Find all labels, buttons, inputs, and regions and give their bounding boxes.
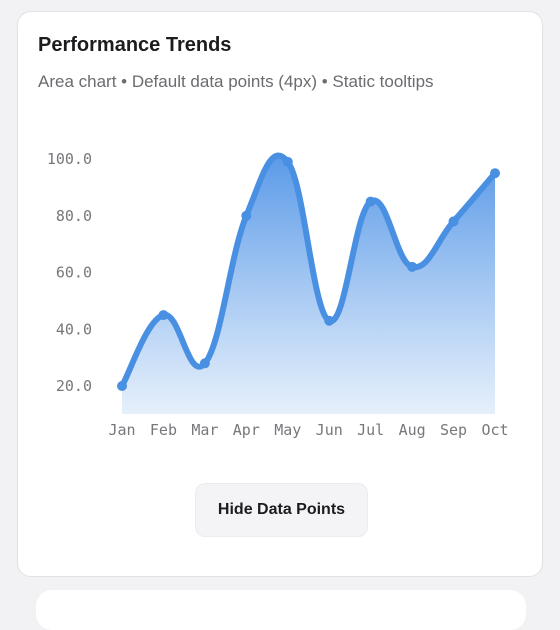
data-point[interactable] <box>199 358 210 369</box>
x-tick-label: Apr <box>233 421 260 439</box>
x-tick-label: Jun <box>316 421 343 439</box>
y-tick-label: 40.0 <box>56 320 92 338</box>
data-point[interactable] <box>282 156 293 167</box>
y-tick-label: 80.0 <box>56 207 92 225</box>
x-tick-label: Feb <box>150 421 177 439</box>
y-tick-label: 60.0 <box>56 264 92 282</box>
data-point[interactable] <box>448 216 459 227</box>
chart-card: Performance Trends Area chart • Default … <box>17 11 543 577</box>
x-tick-label: Oct <box>481 421 508 439</box>
x-tick-label: Jul <box>357 421 384 439</box>
x-axis: Jan Feb Mar Apr May Jun Jul Aug Sep Oct <box>108 421 508 439</box>
toggle-data-points-button[interactable]: Hide Data Points <box>195 483 368 537</box>
data-point[interactable] <box>117 381 127 391</box>
next-card <box>36 590 526 630</box>
area-fill <box>122 155 495 414</box>
x-tick-label: Aug <box>399 421 426 439</box>
x-tick-label: Mar <box>191 421 218 439</box>
data-point[interactable] <box>324 315 335 326</box>
y-axis: 100.0 80.0 60.0 40.0 20.0 <box>47 150 92 395</box>
data-point[interactable] <box>365 196 376 207</box>
data-point[interactable] <box>158 310 169 321</box>
x-tick-label: Jan <box>108 421 135 439</box>
x-tick-label: Sep <box>440 421 467 439</box>
data-point[interactable] <box>407 261 418 272</box>
x-tick-label: May <box>274 421 301 439</box>
y-tick-label: 20.0 <box>56 377 92 395</box>
data-point[interactable] <box>241 210 252 221</box>
y-tick-label: 100.0 <box>47 150 92 168</box>
data-point[interactable] <box>490 168 500 179</box>
